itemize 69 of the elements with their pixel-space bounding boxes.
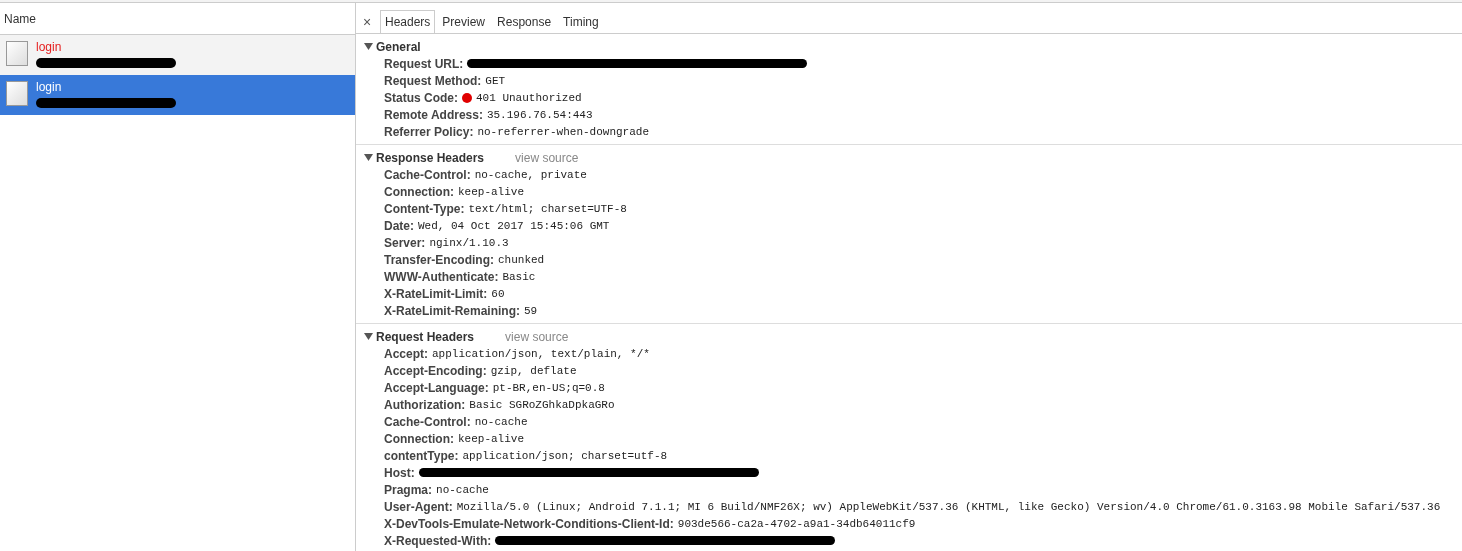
header-value: 903de566-ca2a-4702-a9a1-34db64011cf9 (677, 517, 916, 530)
header-value: text/html; charset=UTF-8 (468, 202, 627, 215)
expanded-triangle-icon[interactable] (364, 153, 373, 162)
header-name: Host: (384, 465, 415, 480)
header-name: Server: (384, 235, 426, 250)
column-header[interactable]: Name (4, 11, 36, 26)
header-name: Remote Address: (384, 107, 483, 122)
document-icon (6, 41, 28, 66)
close-button[interactable]: × (360, 11, 374, 33)
header-value: no-cache (436, 483, 489, 496)
header-value: 60 (491, 287, 505, 300)
header-name: User-Agent: (384, 499, 453, 514)
header-name: contentType: (384, 448, 459, 463)
header-name: Status Code: (384, 90, 458, 105)
header-value: Basic (502, 270, 536, 283)
header-name: X-RateLimit-Limit: (384, 286, 488, 301)
header-name: X-Requested-With: (384, 533, 492, 548)
header-name: Accept: (384, 346, 428, 361)
section-title: General (376, 39, 421, 54)
section-title: Request Headers (376, 329, 475, 344)
header-name: Date: (384, 218, 414, 233)
expanded-triangle-icon[interactable] (364, 332, 373, 341)
header-name: Request Method: (384, 73, 482, 88)
section-title: Response Headers (376, 150, 485, 165)
header-value: 401 Unauthorized (476, 91, 582, 104)
header-value: keep-alive (458, 432, 524, 445)
header-value: application/json, text/plain, */* (432, 347, 650, 360)
header-value: GET (485, 74, 506, 87)
header-name: Content-Type: (384, 201, 465, 216)
header-value: keep-alive (458, 185, 524, 198)
header-value: Basic SGRoZGhkaDpkaGRo (469, 398, 615, 411)
header-value: Mozilla/5.0 (Linux; Android 7.1.1; MI 6 Build/NMF26X; wv) AppleWebKit/537.36 (KHTML, like Gecko) Version/4.0 Chrome/61.0.3163.98 Mobile Safari/537.36 (456, 500, 1441, 513)
header-value: nginx/1.10.3 (429, 236, 509, 249)
header-value: chunked (498, 253, 545, 266)
document-icon (6, 81, 28, 106)
header-name: Accept-Encoding: (384, 363, 487, 378)
tab[interactable]: Headers (380, 10, 436, 33)
request-name: login (36, 80, 63, 94)
header-value: 59 (524, 304, 538, 317)
request-name: login (36, 40, 63, 54)
view-source-link[interactable]: view source (505, 329, 569, 344)
header-value: no-cache (474, 415, 528, 428)
header-name: Accept-Language: (384, 380, 489, 395)
header-name: Cache-Control: (384, 414, 471, 429)
request-row[interactable]: login (0, 75, 355, 115)
header-value: pt-BR,en-US;q=0.8 (492, 381, 605, 394)
header-value: gzip, deflate (490, 364, 577, 377)
header-value: Wed, 04 Oct 2017 15:45:06 GMT (418, 219, 610, 232)
header-name: Cache-Control: (384, 167, 471, 182)
tab[interactable]: Timing (558, 10, 604, 33)
expanded-triangle-icon[interactable] (364, 42, 373, 51)
header-name: X-DevTools-Emulate-Network-Conditions-Client-Id: (384, 516, 674, 531)
header-name: Request URL: (384, 56, 464, 71)
tab[interactable]: Preview (437, 10, 491, 33)
header-name: Referrer Policy: (384, 124, 474, 139)
header-name: Connection: (384, 431, 454, 446)
view-source-link[interactable]: view source (515, 150, 579, 165)
header-name: X-RateLimit-Remaining: (384, 303, 520, 318)
header-name: Transfer-Encoding: (384, 252, 494, 267)
request-row[interactable]: login (0, 35, 355, 75)
header-name: Authorization: (384, 397, 466, 412)
header-name: Connection: (384, 184, 454, 199)
tab[interactable]: Response (492, 10, 557, 33)
header-name: Pragma: (384, 482, 433, 497)
header-value: application/json; charset=utf-8 (462, 449, 668, 462)
header-value: no-cache, private (474, 168, 587, 181)
header-value: 35.196.76.54:443 (486, 108, 593, 121)
header-name: WWW-Authenticate: (384, 269, 499, 284)
header-value: no-referrer-when-downgrade (477, 125, 649, 138)
